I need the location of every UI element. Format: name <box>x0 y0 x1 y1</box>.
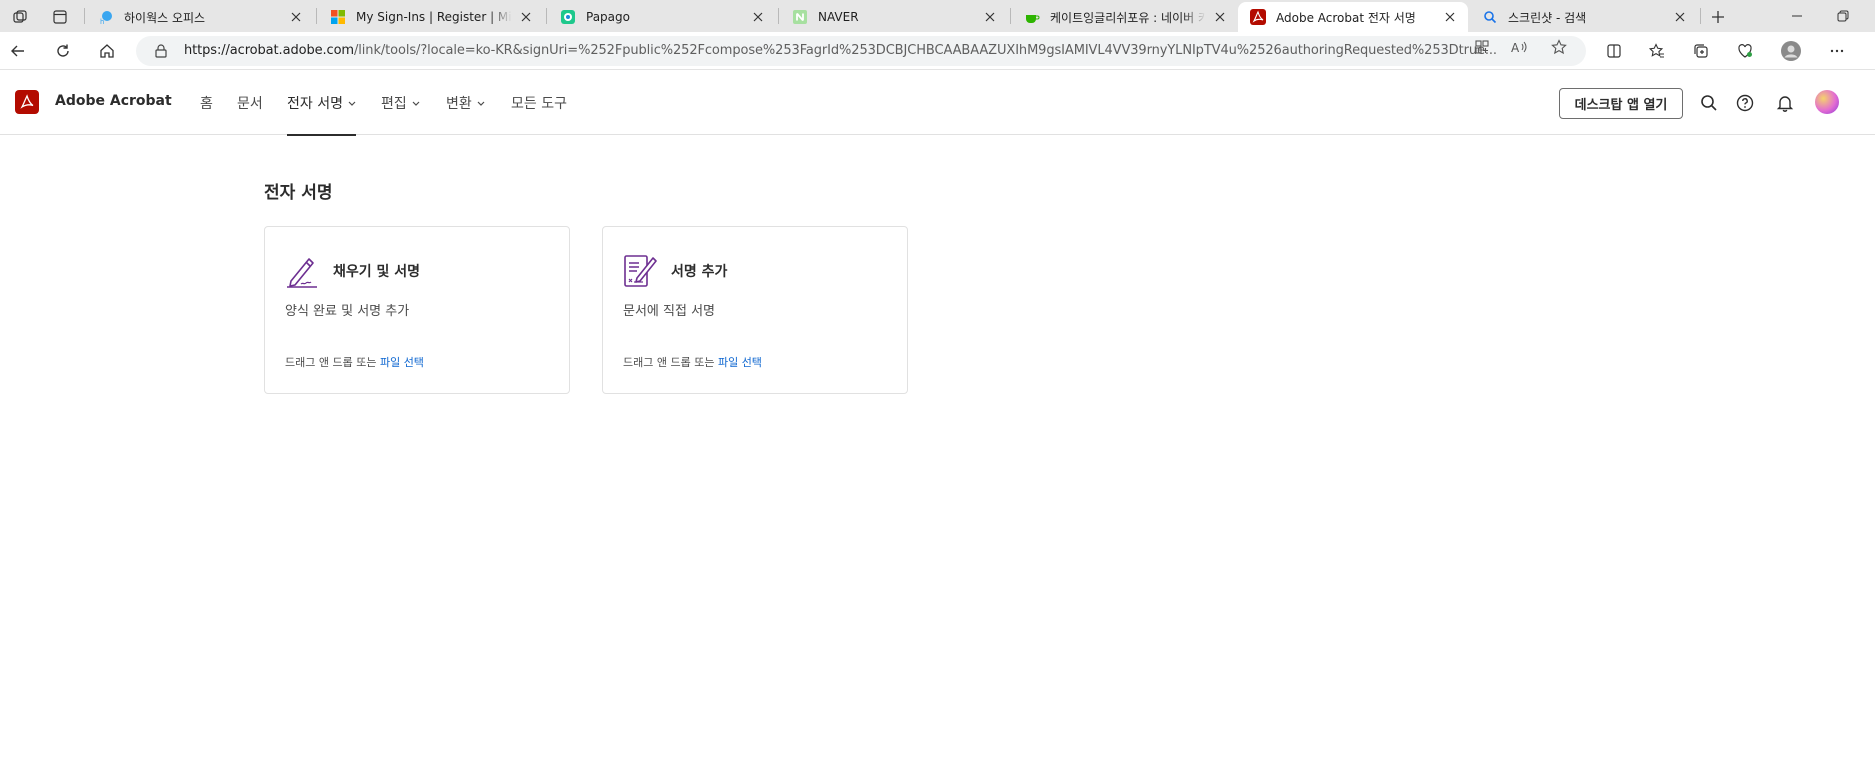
hiworks-icon: h <box>98 9 114 25</box>
nav-all-tools[interactable]: 모든 도구 <box>511 71 567 135</box>
nav-e-sign[interactable]: 전자 서명 <box>287 71 356 136</box>
card-title: 서명 추가 <box>671 264 728 280</box>
nav-documents[interactable]: 문서 <box>237 71 263 135</box>
nav-convert[interactable]: 변환 <box>446 71 485 135</box>
naver-icon <box>792 9 808 25</box>
select-file-link[interactable]: 파일 선택 <box>718 356 762 369</box>
nav-home[interactable]: 홈 <box>200 71 213 135</box>
browser-essentials-icon[interactable] <box>1730 37 1760 65</box>
favorites-icon[interactable] <box>1642 37 1672 65</box>
acrobat-header: Adobe Acrobat 홈 문서 전자 서명 편집 변환 모든 도구 데스크… <box>0 71 1875 136</box>
close-icon[interactable] <box>982 9 998 25</box>
browser-tab-hiworks[interactable]: h 하이웍스 오피스 <box>86 2 314 32</box>
nav-label: 변환 <box>446 96 472 112</box>
favorite-star-icon[interactable] <box>1548 37 1570 57</box>
acrobat-icon <box>1250 9 1266 25</box>
card-title: 채우기 및 서명 <box>333 264 421 280</box>
nav-label: 문서 <box>237 96 263 112</box>
tab-title: My Sign-Ins | Register | Microsoft <box>356 10 512 24</box>
request-signature-icon <box>623 253 657 289</box>
drag-drop-label: 드래그 앤 드롭 또는 <box>285 356 377 369</box>
split-screen-icon[interactable] <box>1599 37 1629 65</box>
nav-label: 홈 <box>200 96 213 112</box>
back-arrow-icon[interactable] <box>3 37 33 65</box>
url-host: https://acrobat.adobe.com <box>184 43 354 58</box>
refresh-icon[interactable] <box>48 37 78 65</box>
read-aloud-icon[interactable]: A <box>1509 37 1531 57</box>
address-bar[interactable]: https://acrobat.adobe.com/link/tools/?lo… <box>136 36 1586 66</box>
select-file-link[interactable]: 파일 선택 <box>380 356 424 369</box>
user-avatar[interactable] <box>1815 90 1839 114</box>
request-signature-card[interactable]: 서명 추가 문서에 직접 서명 드래그 앤 드롭 또는 파일 선택 <box>602 226 908 394</box>
tab-title: 케이트잉글리쉬포유 : 네이버 카페 <box>1050 10 1206 25</box>
profile-avatar-icon[interactable] <box>1776 37 1806 65</box>
drag-drop-label: 드래그 앤 드롭 또는 <box>623 356 715 369</box>
browser-tab-naver[interactable]: NAVER <box>780 2 1008 32</box>
page-title: 전자 서명 <box>264 183 333 203</box>
browser-tab-strip: h 하이웍스 오피스 My Sign-Ins | Register | Micr… <box>0 0 1875 32</box>
new-tab-button[interactable] <box>1698 3 1738 31</box>
url-path: /link/tools/?locale=ko-KR&signUri=%252Fp… <box>354 43 1497 58</box>
nav-edit[interactable]: 편집 <box>381 71 420 135</box>
papago-icon <box>560 9 576 25</box>
tab-title: Papago <box>586 10 630 24</box>
browser-toolbar: https://acrobat.adobe.com/link/tools/?lo… <box>0 32 1875 90</box>
workspaces-icon[interactable] <box>0 3 40 31</box>
lock-icon[interactable] <box>153 43 169 59</box>
restore-icon[interactable] <box>1820 0 1866 32</box>
fill-and-sign-card[interactable]: 채우기 및 서명 양식 완료 및 서명 추가 드래그 앤 드롭 또는 파일 선택 <box>264 226 570 394</box>
acrobat-logo-icon[interactable] <box>15 90 39 114</box>
more-options-icon[interactable] <box>1822 37 1852 65</box>
card-description: 문서에 직접 서명 <box>623 304 715 319</box>
browser-tab-papago[interactable]: Papago <box>548 2 776 32</box>
nav-label: 편집 <box>381 96 407 112</box>
drop-zone-text: 드래그 앤 드롭 또는 파일 선택 <box>285 354 424 370</box>
close-icon[interactable] <box>1672 9 1688 25</box>
microsoft-icon <box>330 9 346 25</box>
chevron-down-icon <box>348 95 356 111</box>
svg-text:h: h <box>100 18 104 25</box>
chevron-down-icon <box>412 95 420 111</box>
active-tab-indicator <box>287 134 356 136</box>
nav-label: 모든 도구 <box>511 96 567 112</box>
notifications-bell-icon[interactable] <box>1773 91 1797 115</box>
bing-search-icon <box>1482 9 1498 25</box>
tab-title: 스크린샷 - 검색 <box>1508 10 1587 25</box>
nav-label: 전자 서명 <box>287 96 343 112</box>
help-icon[interactable] <box>1733 91 1757 115</box>
url-text[interactable]: https://acrobat.adobe.com/link/tools/?lo… <box>184 36 1594 66</box>
collections-icon[interactable] <box>1686 37 1716 65</box>
open-desktop-app-button[interactable]: 데스크탑 앱 열기 <box>1559 88 1683 119</box>
tab-actions-icon[interactable] <box>40 3 80 31</box>
tab-title: Adobe Acrobat 전자 서명 <box>1276 10 1416 25</box>
close-icon[interactable] <box>518 9 534 25</box>
close-icon[interactable] <box>288 9 304 25</box>
drop-zone-text: 드래그 앤 드롭 또는 파일 선택 <box>623 354 762 370</box>
tab-title: 하이웍스 오피스 <box>124 10 206 25</box>
svg-text:A: A <box>1511 41 1520 55</box>
card-description: 양식 완료 및 서명 추가 <box>285 304 410 319</box>
browser-tab-acrobat[interactable]: Adobe Acrobat 전자 서명 <box>1238 2 1468 32</box>
chevron-down-icon <box>477 95 485 111</box>
minimize-icon[interactable] <box>1774 0 1820 32</box>
close-icon[interactable] <box>1442 9 1458 25</box>
browser-tab-microsoft[interactable]: My Sign-Ins | Register | Microsoft <box>318 2 544 32</box>
browser-tab-cafe[interactable]: 케이트잉글리쉬포유 : 네이버 카페 <box>1012 2 1238 32</box>
brand-name[interactable]: Adobe Acrobat <box>55 93 172 109</box>
search-icon[interactable] <box>1697 91 1721 115</box>
close-icon[interactable] <box>1212 9 1228 25</box>
cafe-icon <box>1024 9 1040 25</box>
tab-title: NAVER <box>818 10 859 24</box>
home-icon[interactable] <box>92 37 122 65</box>
fill-and-sign-icon <box>285 253 319 289</box>
app-available-icon[interactable] <box>1471 37 1493 57</box>
browser-tab-search[interactable]: 스크린샷 - 검색 <box>1470 2 1698 32</box>
close-icon[interactable] <box>750 9 766 25</box>
